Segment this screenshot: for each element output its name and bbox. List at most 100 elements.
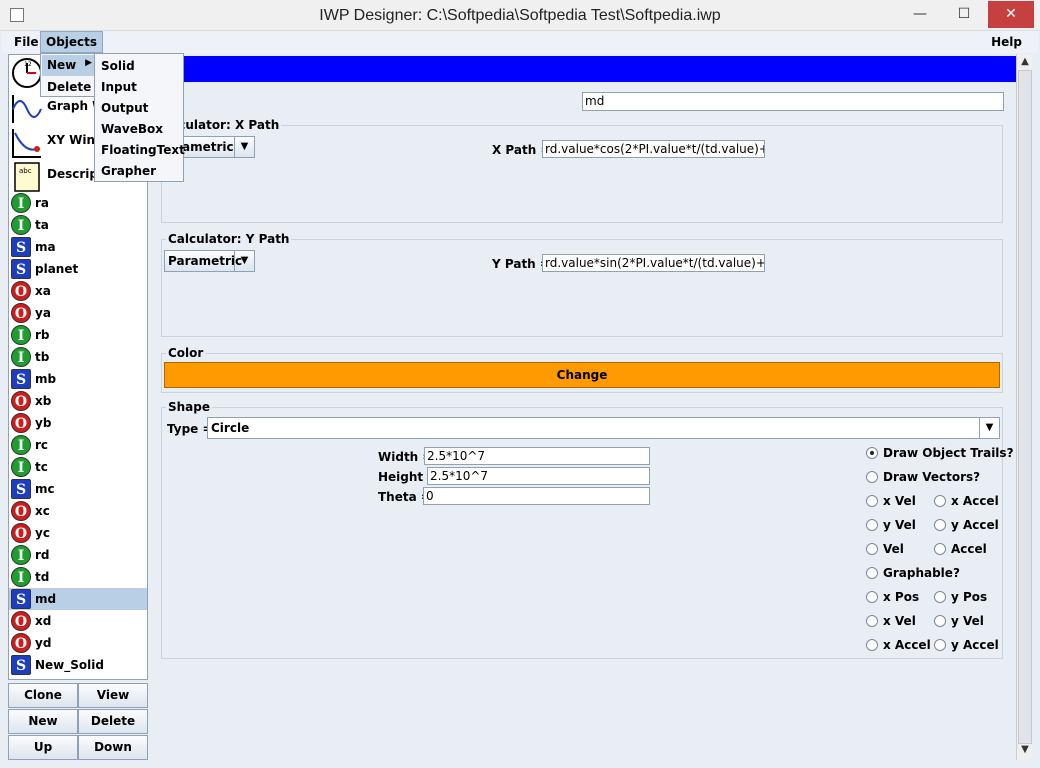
radio-icon — [934, 615, 946, 627]
new-button[interactable]: New — [8, 709, 78, 734]
y-mode-value: Parametric — [168, 254, 243, 268]
output-badge-icon: O — [11, 391, 31, 411]
list-item[interactable]: Oyb — [9, 412, 147, 434]
solid-badge-icon: S — [11, 589, 31, 609]
list-item[interactable]: Oyd — [9, 632, 147, 654]
vertical-scrollbar[interactable]: ▲ ▼ — [1016, 54, 1032, 760]
radio-label: x Vel — [883, 614, 916, 628]
list-item[interactable]: Oya — [9, 302, 147, 324]
height-input[interactable]: 2.5*10^7 — [427, 467, 650, 485]
menu-file[interactable]: File — [10, 31, 43, 53]
width-input[interactable]: 2.5*10^7 — [424, 447, 650, 465]
scroll-up-icon[interactable]: ▲ — [1017, 56, 1033, 67]
list-item[interactable]: Sma — [9, 236, 147, 258]
y-accel-radio[interactable]: y Accel — [934, 518, 999, 532]
list-item-label: yc — [35, 526, 50, 540]
submenu-item-solid[interactable]: Solid — [101, 59, 135, 73]
graph-x-pos-radio[interactable]: x Pos — [866, 590, 919, 604]
list-item[interactable]: Oyc — [9, 522, 147, 544]
graph-x-vel-radio[interactable]: x Vel — [866, 614, 916, 628]
list-item[interactable]: Ita — [9, 214, 147, 236]
x-accel-radio[interactable]: x Accel — [934, 494, 999, 508]
list-item[interactable]: Irb — [9, 324, 147, 346]
list-item[interactable]: Ird — [9, 544, 147, 566]
scroll-thumb[interactable] — [1018, 70, 1032, 744]
y-path-input[interactable]: rd.value*sin(2*PI.value*t/(td.value)+6) — [542, 254, 765, 272]
list-item[interactable]: Oxb — [9, 390, 147, 412]
list-item[interactable]: Itd — [9, 566, 147, 588]
view-button[interactable]: View — [78, 683, 148, 708]
list-item[interactable]: Oxd — [9, 610, 147, 632]
radio-label: x Vel — [883, 494, 916, 508]
shape-type-select[interactable]: Circle ▼ — [207, 417, 1000, 439]
submenu-item-wavebox[interactable]: WaveBox — [101, 122, 163, 136]
list-item[interactable]: Smb — [9, 368, 147, 390]
svg-text:12: 12 — [24, 61, 32, 68]
graph-y-vel-radio[interactable]: y Vel — [934, 614, 984, 628]
delete-button[interactable]: Delete — [78, 709, 148, 734]
maximize-button[interactable]: ☐ — [942, 1, 986, 28]
list-item[interactable]: Itc — [9, 456, 147, 478]
radio-label: y Vel — [951, 614, 984, 628]
list-item-label: td — [35, 570, 50, 584]
radio-label: Draw Vectors? — [883, 470, 981, 484]
menu-item-new[interactable]: New ▶ — [42, 55, 95, 76]
submenu-item-floatingtext[interactable]: FloatingText — [101, 143, 185, 157]
theta-input[interactable]: 0 — [423, 487, 650, 505]
radio-label: x Accel — [951, 494, 999, 508]
list-item[interactable]: Irc — [9, 434, 147, 456]
input-badge-icon: I — [11, 435, 31, 455]
graph-x-accel-radio[interactable]: x Accel — [866, 638, 931, 652]
input-badge-icon: I — [11, 193, 31, 213]
graphable-radio[interactable]: Graphable? — [866, 566, 960, 580]
submenu-item-output[interactable]: Output — [101, 101, 148, 115]
x-vel-radio[interactable]: x Vel — [866, 494, 916, 508]
list-item-label: rd — [35, 548, 50, 562]
close-button[interactable]: ✕ — [988, 1, 1034, 28]
menu-objects[interactable]: Objects — [40, 31, 104, 53]
input-badge-icon: I — [11, 545, 31, 565]
clock-icon: 12 — [12, 58, 42, 88]
list-item-label: rc — [35, 438, 49, 452]
list-item-label: xa — [35, 284, 51, 298]
y-vel-radio[interactable]: y Vel — [866, 518, 916, 532]
submenu-item-input[interactable]: Input — [101, 80, 137, 94]
menu-help[interactable]: Help — [987, 31, 1026, 53]
list-item[interactable]: Oxa — [9, 280, 147, 302]
menu-item-delete[interactable]: Delete — [47, 80, 91, 94]
radio-icon — [934, 543, 946, 555]
type-label: Type = — [167, 422, 213, 436]
draw-vectors-radio[interactable]: Draw Vectors? — [866, 470, 980, 484]
list-item[interactable]: Ira — [9, 192, 147, 214]
list-item[interactable]: Smc — [9, 478, 147, 500]
graph-y-accel-radio[interactable]: y Accel — [934, 638, 999, 652]
graph-y-pos-radio[interactable]: y Pos — [934, 590, 987, 604]
draw-trails-radio[interactable]: Draw Object Trails? — [866, 446, 1014, 460]
down-button[interactable]: Down — [78, 735, 148, 760]
vel-radio[interactable]: Vel — [866, 542, 904, 556]
list-item[interactable]: Oxc — [9, 500, 147, 522]
solid-badge-icon: S — [11, 259, 31, 279]
minimize-button[interactable]: — — [898, 1, 942, 28]
name-input[interactable]: md — [582, 92, 1004, 111]
list-item[interactable]: S New_Solid — [9, 654, 147, 676]
list-item-label: mb — [35, 372, 57, 386]
list-item-label: ya — [35, 306, 51, 320]
up-button[interactable]: Up — [8, 735, 78, 760]
list-item-label: ma — [35, 240, 56, 254]
clone-button[interactable]: Clone — [8, 683, 78, 708]
editor-panel: e: md alculator: X Path arametric ▼ X Pa… — [152, 54, 1016, 760]
list-item-label: yd — [35, 636, 52, 650]
change-color-button[interactable]: Change — [164, 362, 1000, 388]
list-item[interactable]: Splanet — [9, 258, 147, 280]
list-item[interactable]: Smd — [9, 588, 147, 610]
radio-icon — [934, 519, 946, 531]
x-path-input[interactable]: rd.value*cos(2*PI.value*t/(td.value)+6) — [542, 140, 765, 158]
accel-radio[interactable]: Accel — [934, 542, 987, 556]
scroll-down-icon[interactable]: ▼ — [1017, 744, 1033, 755]
list-item[interactable]: Itb — [9, 346, 147, 368]
y-mode-select[interactable]: Parametric ▼ — [164, 250, 255, 272]
menu-bar: File Objects Help — [2, 31, 1038, 53]
submenu-item-grapher[interactable]: Grapher — [101, 164, 156, 178]
list-item-label: ta — [35, 218, 49, 232]
